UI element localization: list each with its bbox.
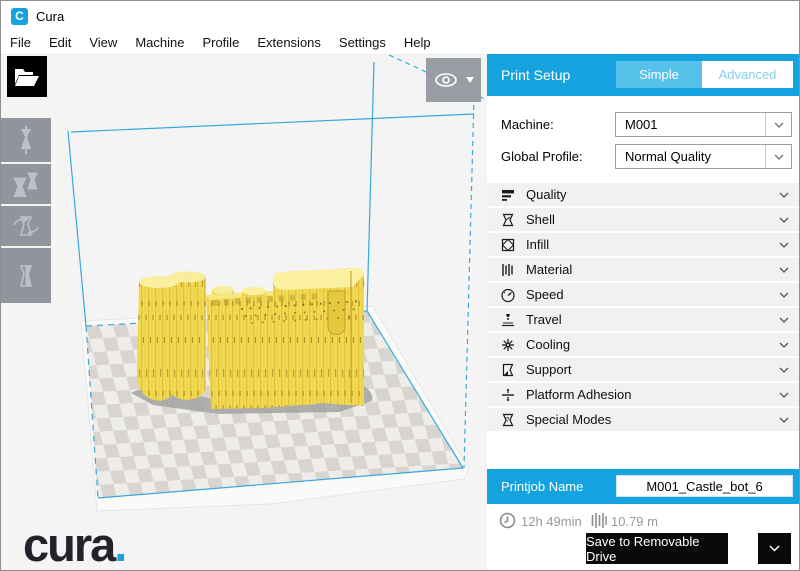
section-row-special-modes[interactable]: ? Special Modes	[487, 408, 800, 431]
section-row-speed[interactable]: Speed	[487, 283, 800, 306]
menu-item-help[interactable]: Help	[403, 33, 432, 52]
printjob-name-input[interactable]	[616, 475, 793, 497]
section-label: Shell	[526, 212, 779, 227]
save-options-button[interactable]	[758, 533, 791, 564]
section-row-quality[interactable]: Quality	[487, 183, 800, 206]
printjob-name-label: Printjob Name	[501, 479, 583, 494]
chevron-down-icon[interactable]	[779, 342, 789, 348]
move-tool-button[interactable]	[1, 118, 51, 162]
machine-dropdown[interactable]: M001	[615, 112, 792, 137]
section-row-support[interactable]: Support	[487, 358, 800, 381]
global-profile-value: Normal Quality	[616, 149, 765, 164]
cura-window: C Cura File Edit View Machine Profile Extensi…	[0, 0, 800, 571]
print-setup-title: Print Setup	[501, 67, 570, 83]
special-modes-icon: ?	[499, 412, 517, 428]
cura-app-icon: C	[11, 8, 28, 25]
print-time: 12h 49min	[521, 514, 582, 529]
support-icon	[499, 362, 517, 378]
view-mode-button[interactable]	[426, 58, 481, 102]
section-row-cooling[interactable]: Cooling	[487, 333, 800, 356]
chevron-down-icon[interactable]	[779, 217, 789, 223]
adhesion-icon	[499, 387, 517, 403]
build-volume-scene	[1, 55, 487, 571]
settings-sections: Quality Shell Infill Material Speed Travel Coo…	[487, 183, 800, 433]
chevron-down-icon	[774, 154, 784, 160]
chevron-down-icon[interactable]	[779, 392, 789, 398]
scale-tool-icon	[11, 171, 41, 197]
print-setup-panel: Print Setup Simple Advanced Machine: M00…	[487, 1, 800, 571]
rotate-tool-icon	[12, 213, 40, 239]
shell-icon	[499, 212, 517, 228]
mirror-tool-button[interactable]	[1, 248, 51, 303]
mirror-tool-icon	[12, 263, 40, 289]
menu-item-file[interactable]: File	[9, 33, 32, 52]
machine-label: Machine:	[501, 117, 554, 132]
section-label: Special Modes	[526, 412, 779, 427]
section-row-platform-adhesion[interactable]: Platform Adhesion	[487, 383, 800, 406]
menu-item-extensions[interactable]: Extensions	[256, 33, 322, 52]
machine-value: M001	[616, 117, 765, 132]
section-row-infill[interactable]: Infill	[487, 233, 800, 256]
open-file-icon	[14, 67, 40, 87]
menu-item-profile[interactable]: Profile	[201, 33, 240, 52]
svg-text:?: ?	[506, 417, 510, 424]
simple-mode-button[interactable]: Simple	[616, 61, 702, 88]
open-file-button[interactable]	[7, 56, 47, 97]
section-label: Platform Adhesion	[526, 387, 779, 402]
caret-down-icon	[466, 77, 474, 83]
machine-dropdown-caret[interactable]	[765, 113, 791, 136]
menu-item-edit[interactable]: Edit	[48, 33, 72, 52]
global-profile-dropdown-caret[interactable]	[765, 145, 791, 168]
travel-icon	[499, 312, 517, 328]
section-label: Travel	[526, 312, 779, 327]
section-label: Quality	[526, 187, 779, 202]
section-label: Material	[526, 262, 779, 277]
chevron-down-icon	[769, 545, 780, 552]
global-profile-label: Global Profile:	[501, 149, 583, 164]
filament-icon	[591, 512, 607, 529]
chevron-down-icon[interactable]	[779, 242, 789, 248]
move-tool-icon	[13, 126, 39, 154]
section-label: Support	[526, 362, 779, 377]
menu-item-machine[interactable]: Machine	[134, 33, 185, 52]
advanced-mode-button[interactable]: Advanced	[702, 61, 793, 88]
window-title: Cura	[36, 9, 64, 24]
section-label: Infill	[526, 237, 779, 252]
section-row-shell[interactable]: Shell	[487, 208, 800, 231]
speed-icon	[499, 287, 517, 303]
global-profile-dropdown[interactable]: Normal Quality	[615, 144, 792, 169]
chevron-down-icon[interactable]	[779, 417, 789, 423]
material-icon	[499, 262, 517, 278]
filament-length: 10.79 m	[611, 514, 658, 529]
chevron-down-icon[interactable]	[779, 317, 789, 323]
print-setup-header: Print Setup Simple Advanced	[487, 54, 800, 96]
section-label: Speed	[526, 287, 779, 302]
infill-icon	[499, 237, 517, 253]
cooling-icon	[499, 337, 517, 353]
section-row-travel[interactable]: Travel	[487, 308, 800, 331]
3d-viewport[interactable]: cura.	[1, 55, 487, 571]
chevron-down-icon[interactable]	[779, 267, 789, 273]
clock-icon	[499, 512, 516, 529]
section-label: Cooling	[526, 337, 779, 352]
scale-tool-button[interactable]	[1, 164, 51, 204]
rotate-tool-button[interactable]	[1, 206, 51, 246]
chevron-down-icon[interactable]	[779, 367, 789, 373]
chevron-down-icon[interactable]	[779, 292, 789, 298]
menu-item-settings[interactable]: Settings	[338, 33, 387, 52]
chevron-down-icon[interactable]	[779, 192, 789, 198]
cura-logo: cura.	[23, 517, 125, 571]
eye-icon	[434, 71, 462, 89]
chevron-down-icon	[774, 122, 784, 128]
castle-model	[137, 268, 364, 409]
quality-icon	[499, 187, 517, 203]
section-row-material[interactable]: Material	[487, 258, 800, 281]
save-to-removable-drive-button[interactable]: Save to Removable Drive	[586, 533, 728, 564]
menu-item-view[interactable]: View	[88, 33, 118, 52]
